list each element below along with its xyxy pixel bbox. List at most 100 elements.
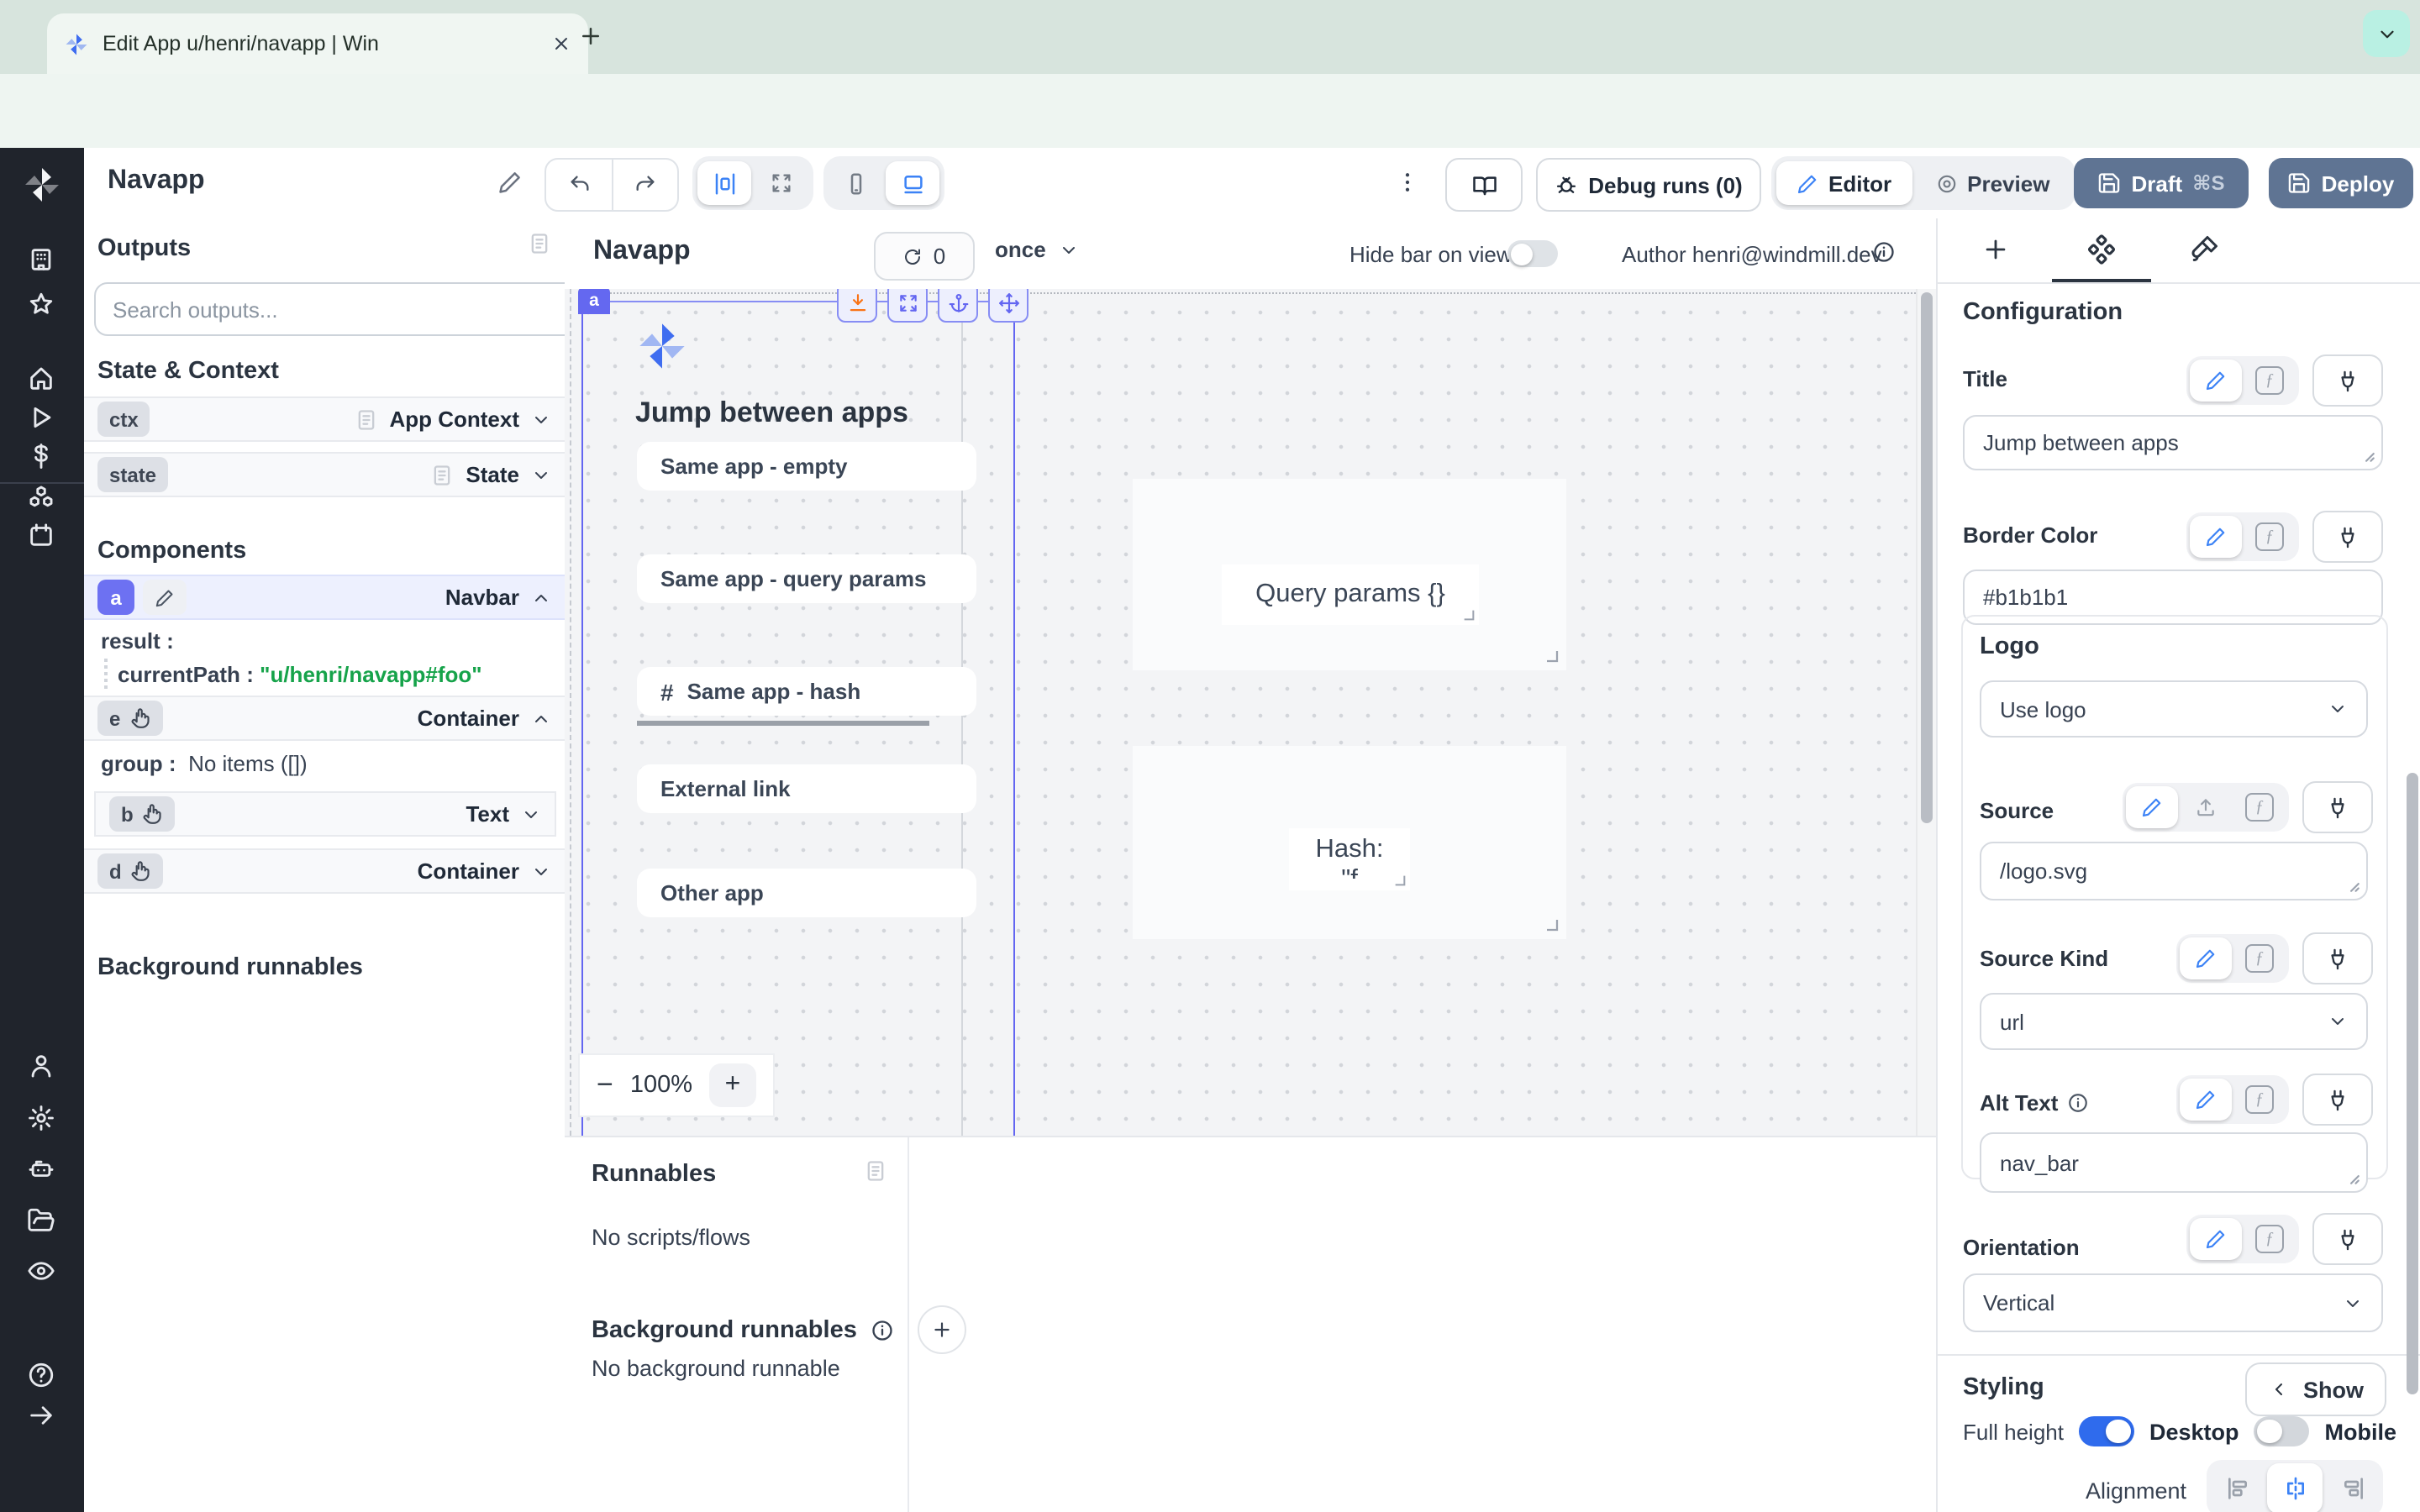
zoom-in-button[interactable]: + — [709, 1063, 756, 1107]
zoom-out-button[interactable]: − — [597, 1068, 613, 1102]
alt-text-input[interactable]: nav_bar — [1980, 1132, 2368, 1193]
static-mode-button[interactable] — [2190, 1218, 2242, 1260]
static-mode-button[interactable] — [2126, 786, 2178, 828]
fullscreen-component-button[interactable] — [887, 289, 928, 323]
edit-component-button[interactable] — [143, 580, 187, 615]
rail-runs-icon[interactable] — [27, 403, 55, 432]
rename-app-icon[interactable] — [497, 170, 523, 195]
canvas-scrollbar-track[interactable] — [1916, 289, 1936, 1136]
group-line[interactable]: group : No items ([]) — [101, 751, 308, 776]
docs-button[interactable] — [1445, 158, 1523, 212]
runnables-doc-icon[interactable] — [864, 1159, 887, 1183]
insert-component-tab-icon[interactable] — [1981, 235, 2010, 264]
move-component-button[interactable] — [988, 289, 1028, 323]
chevron-down-icon[interactable] — [521, 804, 541, 824]
centered-layout-button[interactable] — [697, 161, 751, 205]
rail-schedules-icon[interactable] — [27, 521, 55, 549]
expression-mode-button[interactable]: ƒ — [2233, 937, 2286, 979]
component-settings-tab-icon[interactable] — [2086, 234, 2118, 265]
rail-help-icon[interactable] — [27, 1361, 55, 1389]
expression-mode-button[interactable]: ƒ — [2244, 1218, 2296, 1260]
connect-input-button[interactable] — [2302, 932, 2373, 984]
align-right-button[interactable] — [2324, 1463, 2380, 1512]
more-options-icon[interactable] — [1395, 170, 1420, 195]
logo-mode-select[interactable]: Use logo — [1980, 680, 2368, 738]
info-icon[interactable] — [1872, 240, 1896, 264]
resize-corner-icon[interactable] — [1393, 874, 1407, 887]
rail-settings-icon[interactable] — [27, 1104, 55, 1132]
anchor-component-button[interactable] — [938, 289, 978, 323]
editor-tab[interactable]: Editor — [1776, 161, 1912, 205]
chevron-down-icon[interactable] — [531, 465, 551, 485]
nav-item-other-app[interactable]: Other app — [637, 869, 976, 917]
windmill-logo-icon[interactable] — [22, 165, 62, 205]
nav-item-same-app-hash[interactable]: # Same app - hash — [637, 667, 976, 716]
expression-mode-button[interactable]: ƒ — [2244, 516, 2296, 558]
connect-input-button[interactable] — [2312, 354, 2383, 407]
mobile-view-button[interactable] — [829, 161, 882, 205]
chevron-down-icon[interactable] — [531, 409, 551, 429]
expression-mode-button[interactable]: ƒ — [2244, 360, 2296, 402]
resize-handle-icon[interactable] — [2339, 872, 2361, 894]
info-icon[interactable] — [871, 1318, 894, 1341]
run-mode-dropdown[interactable]: once — [995, 237, 1080, 262]
static-mode-button[interactable] — [2190, 360, 2242, 402]
expression-mode-button[interactable]: ƒ — [2233, 786, 2286, 828]
resize-handle-icon[interactable] — [2354, 442, 2376, 464]
undo-button[interactable] — [546, 160, 613, 210]
rail-collapse-icon[interactable] — [27, 1401, 55, 1430]
expand-down-button[interactable] — [837, 289, 877, 323]
rail-audit-icon[interactable] — [27, 1257, 55, 1285]
static-mode-button[interactable] — [2180, 937, 2232, 979]
result-key-line[interactable]: result : — [101, 628, 174, 654]
ctx-row[interactable]: ctx App Context — [84, 396, 565, 442]
component-e-row[interactable]: e Container — [84, 696, 565, 741]
resize-handle-icon[interactable] — [2339, 1164, 2361, 1186]
source-input[interactable]: /logo.svg — [1980, 842, 2368, 900]
hide-bar-toggle[interactable] — [1507, 240, 1558, 267]
close-tab-icon[interactable] — [551, 34, 571, 54]
chevron-up-icon[interactable] — [531, 587, 551, 607]
query-params-container[interactable]: Query params {} — [1133, 479, 1566, 670]
rail-users-icon[interactable] — [27, 1052, 55, 1080]
connect-input-button[interactable] — [2302, 1074, 2373, 1126]
draft-button[interactable]: Draft ⌘S — [2074, 158, 2249, 208]
align-center-button[interactable] — [2267, 1463, 2323, 1512]
static-mode-button[interactable] — [2190, 516, 2242, 558]
rail-favorites-icon[interactable] — [27, 291, 55, 319]
nav-item-external-link[interactable]: External link — [637, 764, 976, 813]
chevron-down-icon[interactable] — [531, 861, 551, 881]
title-input[interactable]: Jump between apps — [1963, 415, 2383, 470]
rail-resources-icon[interactable] — [27, 484, 55, 512]
resize-corner-icon[interactable] — [1544, 917, 1560, 932]
expression-mode-button[interactable]: ƒ — [2233, 1079, 2286, 1121]
component-b-row[interactable]: b Text — [94, 791, 556, 837]
query-params-text-box[interactable]: Query params {} — [1222, 564, 1479, 625]
add-background-runnable-button[interactable] — [918, 1305, 966, 1354]
preview-tab[interactable]: Preview — [1915, 161, 2070, 205]
new-tab-icon[interactable] — [578, 24, 603, 49]
state-row[interactable]: state State — [84, 452, 565, 497]
deploy-button[interactable]: Deploy — [2269, 158, 2413, 208]
resize-corner-icon[interactable] — [1462, 608, 1476, 622]
rail-workspace-icon[interactable] — [27, 245, 55, 274]
full-width-layout-button[interactable] — [755, 161, 808, 205]
component-d-row[interactable]: d Container — [84, 848, 565, 894]
rail-folders-icon[interactable] — [27, 1206, 55, 1235]
refresh-count-button[interactable]: 0 — [874, 232, 975, 281]
chevron-up-icon[interactable] — [531, 708, 551, 728]
current-path-line[interactable]: currentPath : "u/henri/navapp#foo" — [118, 662, 482, 687]
source-kind-select[interactable]: url — [1980, 993, 2368, 1050]
window-chevron-button[interactable] — [2363, 10, 2410, 57]
doc-icon[interactable] — [354, 407, 377, 431]
align-left-button[interactable] — [2210, 1463, 2265, 1512]
canvas-scrollbar-thumb[interactable] — [1921, 292, 1933, 823]
desktop-view-button[interactable] — [886, 161, 939, 205]
search-outputs-input[interactable] — [94, 282, 592, 336]
static-mode-button[interactable] — [2180, 1079, 2232, 1121]
browser-tab[interactable]: Edit App u/henri/navapp | Win — [47, 13, 588, 74]
full-height-toggle[interactable] — [2079, 1416, 2134, 1446]
info-icon[interactable] — [2066, 1092, 2088, 1114]
connect-input-button[interactable] — [2312, 1213, 2383, 1265]
outputs-doc-icon[interactable] — [528, 232, 551, 255]
